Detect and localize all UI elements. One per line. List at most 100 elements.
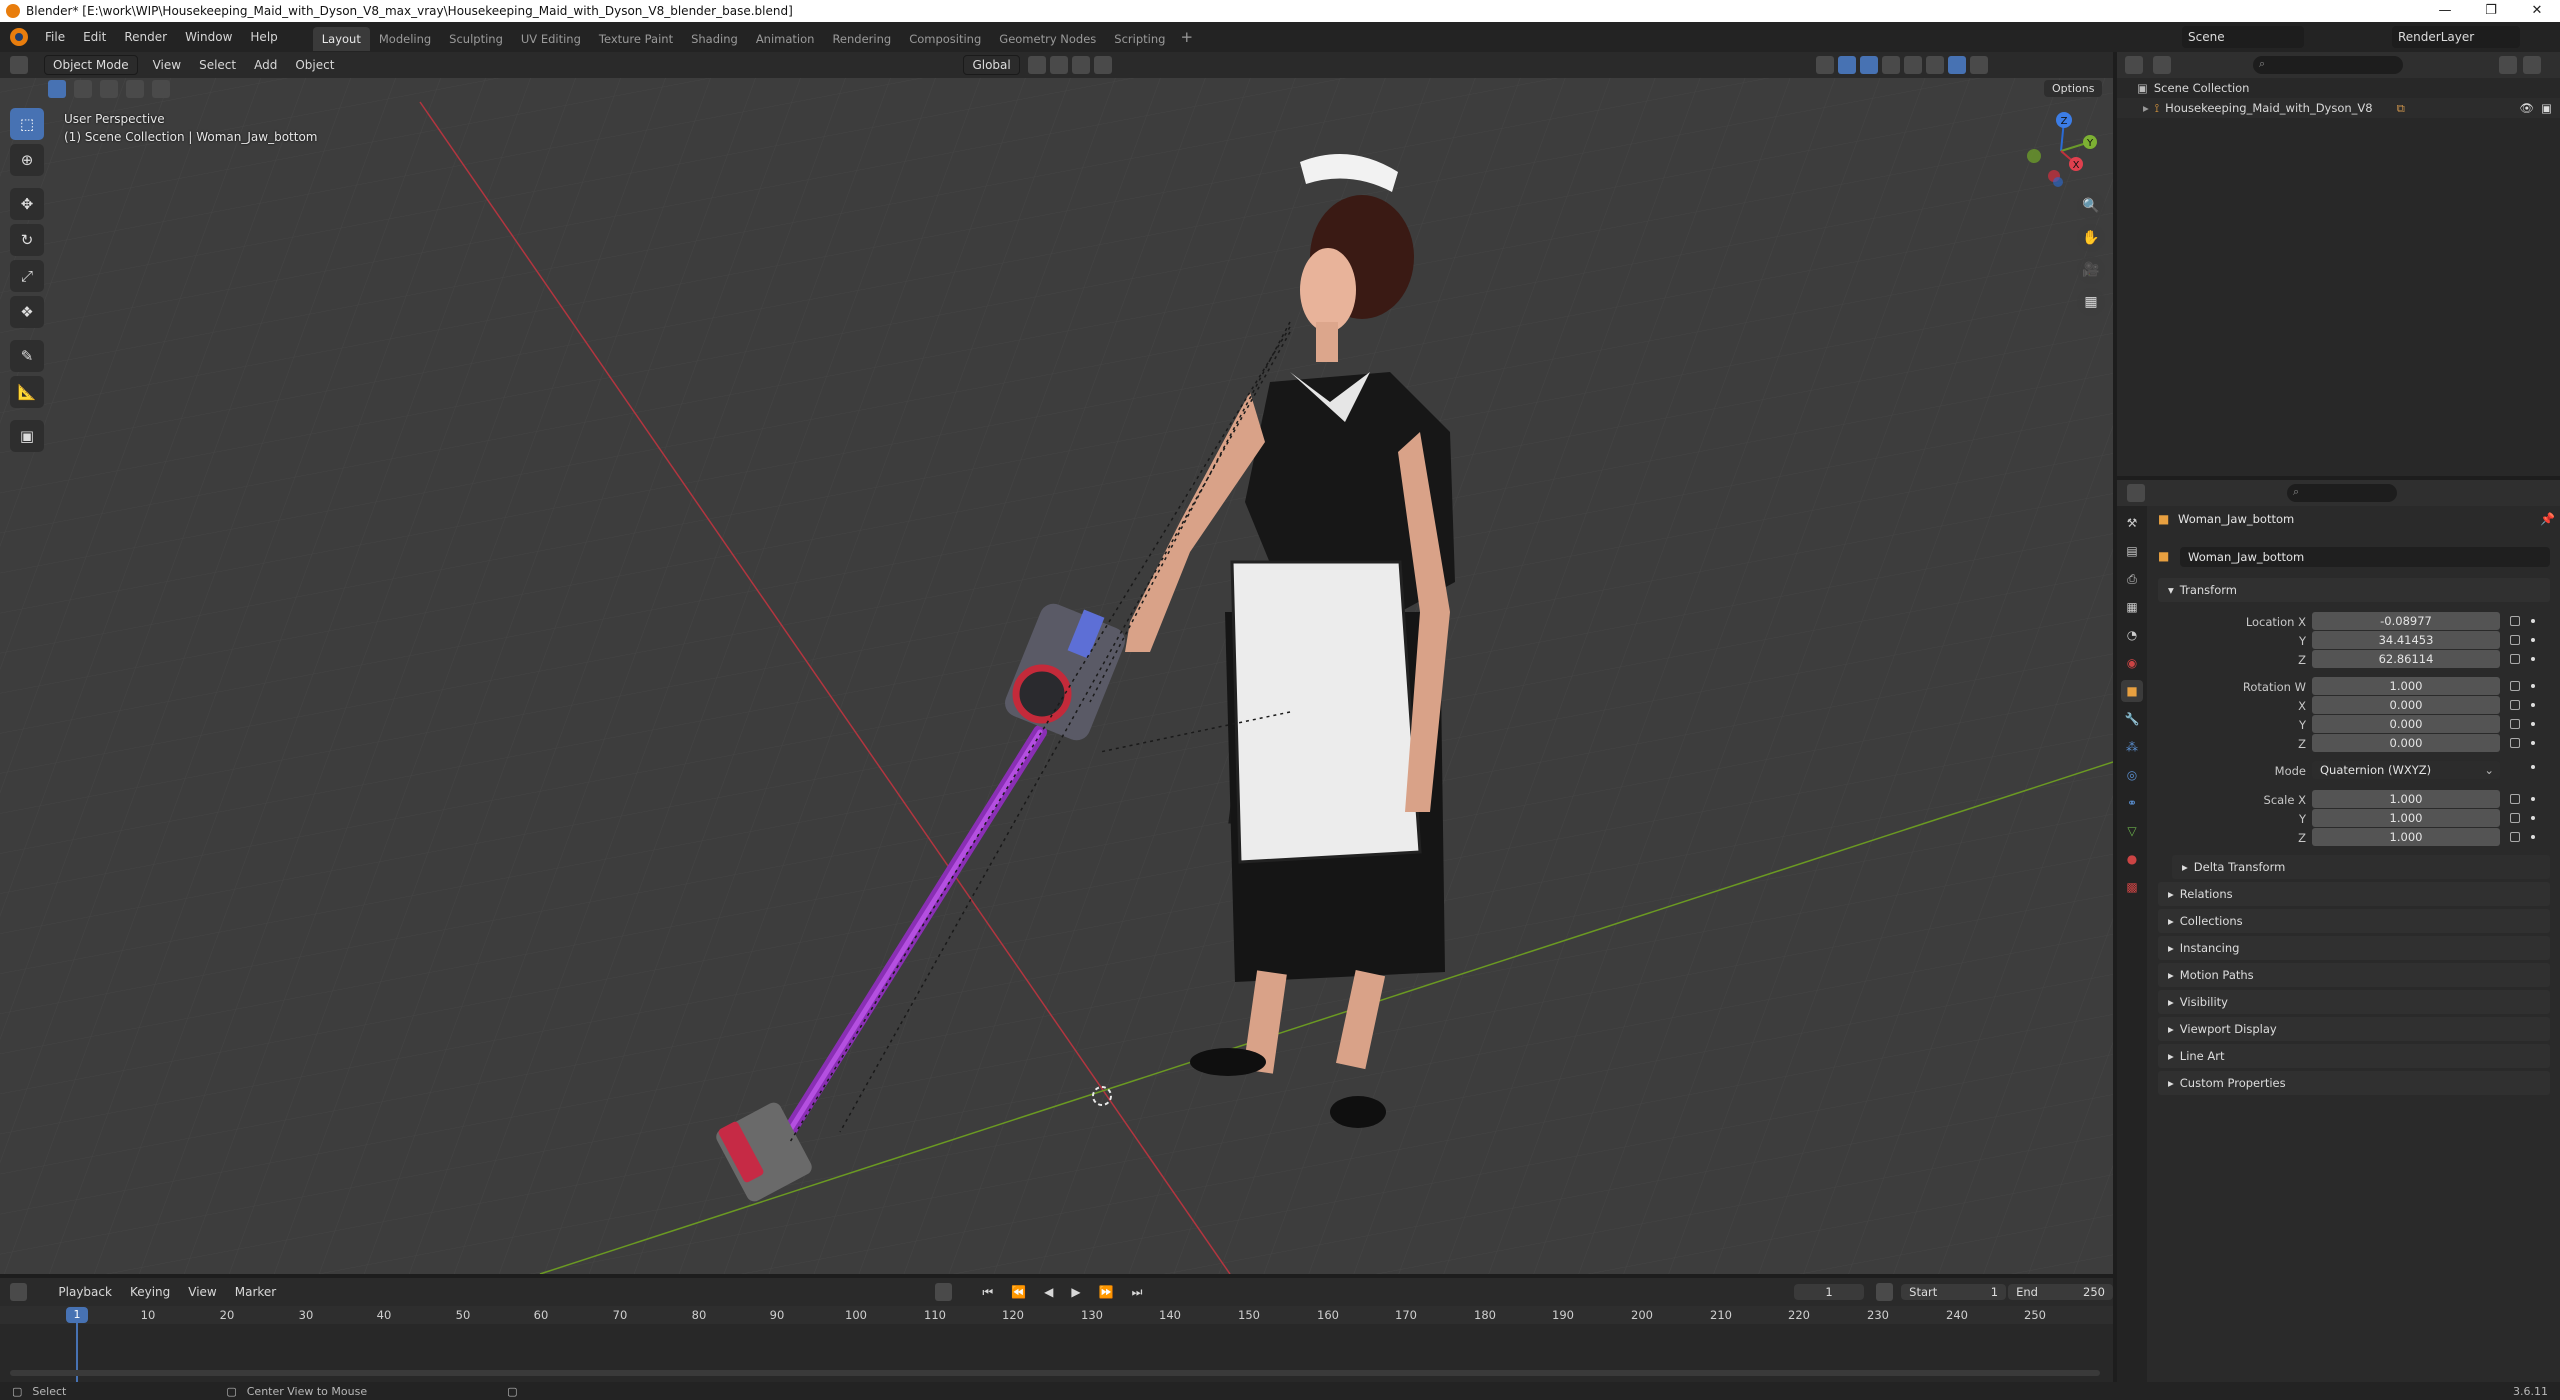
tab-compositing[interactable]: Compositing [900, 27, 990, 51]
tab-texture-paint[interactable]: Texture Paint [590, 27, 682, 51]
maximize-button[interactable]: ❐ [2468, 0, 2514, 22]
proportional-edit-icon[interactable] [1093, 56, 1112, 74]
timeline-menu-marker[interactable]: Marker [226, 1285, 285, 1299]
object-tab-icon[interactable]: ■ [2121, 680, 2143, 702]
playhead-frame-indicator[interactable]: 1 [66, 1307, 88, 1323]
keyframe-dot-icon[interactable] [2531, 722, 2535, 726]
timeline-editor-icon[interactable] [10, 1283, 28, 1301]
keyframe-dot-icon[interactable] [2531, 684, 2535, 688]
object-name-field[interactable]: Woman_Jaw_bottom [2180, 547, 2550, 567]
physics-tab-icon[interactable]: ◎ [2121, 764, 2143, 786]
rotation-x-field[interactable]: 0.000 [2312, 696, 2500, 714]
camera-view-icon[interactable]: 🎥 [2077, 256, 2105, 284]
custom-properties-panel-header[interactable]: ▸ Custom Properties [2158, 1071, 2550, 1095]
outliner-item-housekeeping[interactable]: ▸ ⟟ Housekeeping_Maid_with_Dyson_V8 ⧉ 👁 … [2117, 98, 2560, 118]
rotation-w-field[interactable]: 1.000 [2312, 677, 2500, 695]
timeline-menu-playback[interactable]: Playback [49, 1285, 121, 1299]
gizmo-toggle-icon[interactable] [1837, 56, 1856, 74]
jump-end-icon[interactable]: ⏭ [1123, 1285, 1152, 1300]
cursor-tool[interactable]: ⊕ [10, 144, 44, 176]
add-cube-tool[interactable]: ▣ [10, 420, 44, 452]
keyframe-dot-icon[interactable] [2531, 638, 2535, 642]
view-layer-selector[interactable]: RenderLayer [2392, 26, 2520, 48]
location-z-field[interactable]: 62.86114 [2312, 650, 2500, 668]
lock-location-z-icon[interactable] [2510, 654, 2520, 664]
viewport-menu-object[interactable]: Object [286, 58, 343, 72]
ortho-grid-icon[interactable]: ▦ [2077, 288, 2105, 316]
jump-start-icon[interactable]: ⏮ [973, 1285, 1002, 1300]
jump-keyframe-back-icon[interactable]: ⏪ [1002, 1285, 1035, 1299]
object-data-icon[interactable]: ■ [2158, 549, 2169, 563]
particles-tab-icon[interactable]: ⁂ [2121, 736, 2143, 758]
properties-search-input[interactable]: ⌕ [2287, 484, 2397, 502]
object-mode-dropdown[interactable]: Object Mode [44, 55, 138, 75]
display-mode-icon[interactable] [2153, 56, 2171, 74]
timeline-ruler[interactable]: 10 20 30 40 50 60 70 80 90 100 110 120 1… [0, 1306, 2113, 1324]
jump-keyframe-forward-icon[interactable]: ⏩ [1090, 1285, 1123, 1299]
menu-help[interactable]: Help [241, 22, 286, 52]
options-dropdown[interactable]: Options [2044, 80, 2103, 97]
keyframe-dot-icon[interactable] [2531, 797, 2535, 801]
lock-rotation-y-icon[interactable] [2510, 719, 2520, 729]
blender-logo-icon[interactable] [10, 28, 28, 46]
lock-location-x-icon[interactable] [2510, 616, 2520, 626]
tab-rendering[interactable]: Rendering [823, 27, 900, 51]
texture-tab-icon[interactable]: ▩ [2121, 876, 2143, 898]
constraints-tab-icon[interactable]: ⚭ [2121, 792, 2143, 814]
material-shading-icon[interactable] [1947, 56, 1966, 74]
play-icon[interactable]: ▶ [1062, 1285, 1089, 1299]
auto-keying-icon[interactable] [934, 1283, 953, 1301]
wireframe-shading-icon[interactable] [1903, 56, 1922, 74]
rendered-shading-icon[interactable] [1969, 56, 1988, 74]
scale-x-field[interactable]: 1.000 [2312, 790, 2500, 808]
scale-tool[interactable]: ⤢ [10, 260, 44, 292]
start-frame-field[interactable]: Start 1 [1901, 1284, 2007, 1300]
overlay-toggle-icon[interactable] [1859, 56, 1878, 74]
viewport-menu-select[interactable]: Select [190, 58, 245, 72]
delta-transform-panel-header[interactable]: ▸ Delta Transform [2172, 855, 2550, 879]
select-subtract-icon[interactable] [100, 80, 118, 98]
play-reverse-icon[interactable]: ◀ [1035, 1285, 1062, 1299]
3d-viewport[interactable] [0, 52, 2113, 1274]
keyframe-dot-icon[interactable] [2531, 619, 2535, 623]
output-tab-icon[interactable]: ⎙ [2121, 568, 2143, 590]
timeline-menu-keying[interactable]: Keying [121, 1285, 179, 1299]
current-frame-field[interactable]: 1 [1794, 1284, 1865, 1300]
keyframe-dot-icon[interactable] [2531, 741, 2535, 745]
render-camera-icon[interactable]: ▣ [2541, 101, 2552, 115]
rotation-z-field[interactable]: 0.000 [2312, 734, 2500, 752]
expand-arrow-icon[interactable]: ▸ [2143, 101, 2149, 115]
transform-orientation-dropdown[interactable]: Global [963, 55, 1020, 75]
select-box-tool[interactable]: ⬚ [10, 108, 44, 140]
location-y-field[interactable]: 34.41453 [2312, 631, 2500, 649]
close-button[interactable]: ✕ [2514, 0, 2560, 22]
lock-scale-y-icon[interactable] [2510, 813, 2520, 823]
snap-icon[interactable] [1049, 56, 1068, 74]
transform-tool[interactable]: ❖ [10, 296, 44, 328]
lock-rotation-z-icon[interactable] [2510, 738, 2520, 748]
annotate-tool[interactable]: ✎ [10, 340, 44, 372]
material-tab-icon[interactable]: ● [2121, 848, 2143, 870]
tab-animation[interactable]: Animation [747, 27, 824, 51]
rotation-mode-dropdown[interactable]: Quaternion (WXYZ) ⌄ [2312, 761, 2500, 779]
timeline-scrollbar[interactable] [10, 1370, 2100, 1376]
keyframe-dot-icon[interactable] [2531, 765, 2535, 769]
filter-icon[interactable] [2499, 56, 2517, 74]
rotation-y-field[interactable]: 0.000 [2312, 715, 2500, 733]
motion-paths-panel-header[interactable]: ▸ Motion Paths [2158, 963, 2550, 987]
zoom-icon[interactable]: 🔍 [2077, 192, 2105, 220]
lock-rotation-w-icon[interactable] [2510, 681, 2520, 691]
transform-panel-header[interactable]: ▾ Transform [2158, 578, 2550, 602]
viewport-display-panel-header[interactable]: ▸ Viewport Display [2158, 1017, 2550, 1041]
menu-edit[interactable]: Edit [74, 22, 115, 52]
visibility-filter-icon[interactable] [1815, 56, 1834, 74]
render-tab-icon[interactable]: ▤ [2121, 540, 2143, 562]
scale-z-field[interactable]: 1.000 [2312, 828, 2500, 846]
pan-hand-icon[interactable]: ✋ [2077, 224, 2105, 252]
tab-layout[interactable]: Layout [312, 26, 370, 51]
outliner-search-input[interactable]: ⌕ [2253, 56, 2403, 74]
select-new-icon[interactable] [48, 80, 66, 98]
modifier-tab-icon[interactable]: 🔧 [2121, 708, 2143, 730]
tab-geometry-nodes[interactable]: Geometry Nodes [990, 27, 1105, 51]
pin-icon[interactable]: 📌 [2540, 512, 2555, 526]
